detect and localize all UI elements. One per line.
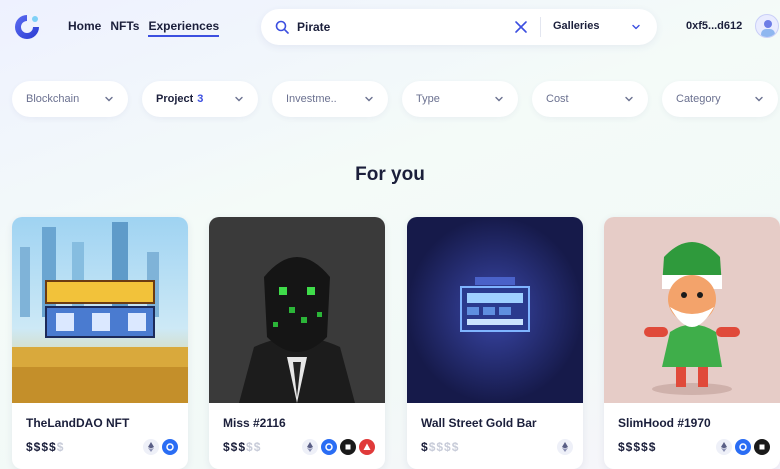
blue-chain-icon (321, 439, 337, 455)
filter-label: Blockchain (26, 93, 80, 105)
cartoon-character-thumbnail (604, 217, 780, 403)
filter-count-badge: 3 (197, 93, 204, 105)
top-bar: Home NFTs Experiences Galleries 0xf5...d… (0, 0, 780, 56)
clear-search-icon[interactable] (513, 19, 529, 35)
section-heading: For you (355, 164, 425, 185)
price-level: $$$$$ (26, 440, 64, 454)
pixel-device-thumbnail (407, 217, 583, 403)
ethereum-icon (143, 439, 159, 455)
ethereum-icon (557, 439, 573, 455)
filter-label: Cost (546, 93, 569, 105)
filter-bar: Blockchain Project 3 Investme.. Type Cos… (0, 81, 780, 117)
nav-nfts[interactable]: NFTs (110, 19, 139, 37)
chain-chips (557, 439, 573, 455)
blue-chain-icon (162, 439, 178, 455)
chain-chips (716, 439, 770, 455)
price-level-inactive: $$$$ (428, 440, 460, 454)
price-level-active: $$$ (223, 440, 247, 454)
black-chain-icon (340, 439, 356, 455)
chevron-down-icon (495, 96, 503, 102)
ethereum-icon (716, 439, 732, 455)
wallet-address[interactable]: 0xf5...d612 (686, 20, 742, 32)
nft-card[interactable]: SlimHood #1970 $$$$$ (604, 217, 780, 469)
hooded-figure-thumbnail (209, 217, 385, 403)
card-title: Miss #2116 (223, 416, 286, 430)
filter-cost[interactable]: Cost (532, 81, 648, 117)
ethereum-icon (302, 439, 318, 455)
search-bar: Galleries (261, 9, 657, 45)
price-level-active: $$$$$ (618, 440, 657, 454)
chevron-down-icon (365, 96, 373, 102)
chevron-down-icon (755, 96, 763, 102)
search-scope-select[interactable]: Galleries (553, 20, 599, 32)
filter-investment[interactable]: Investme.. (272, 81, 388, 117)
filter-category[interactable]: Category (662, 81, 778, 117)
chevron-down-icon[interactable] (631, 22, 641, 32)
blue-chain-icon (735, 439, 751, 455)
main-nav: Home NFTs Experiences (68, 19, 220, 37)
chevron-down-icon (625, 96, 633, 102)
price-level-inactive: $$ (246, 440, 262, 454)
chain-chips (143, 439, 178, 455)
landdao-thumbnail (12, 217, 188, 403)
nft-card[interactable]: TheLandDAO NFT $$$$$ (12, 217, 188, 469)
black-chain-icon (754, 439, 770, 455)
search-divider (540, 17, 541, 37)
filter-project[interactable]: Project 3 (142, 81, 258, 117)
price-level: $$$$$ (223, 440, 261, 454)
filter-label: Type (416, 93, 440, 105)
price-level-inactive: $ (56, 440, 65, 454)
filter-label: Category (676, 93, 721, 105)
nav-home[interactable]: Home (68, 19, 101, 37)
card-title: TheLandDAO NFT (26, 416, 130, 430)
nft-card[interactable]: Miss #2116 $$$$$ (209, 217, 385, 469)
avatar-icon (761, 20, 775, 37)
card-title: Wall Street Gold Bar (421, 416, 537, 430)
nft-card[interactable]: Wall Street Gold Bar $$$$$ (407, 217, 583, 469)
price-level-active: $$$$ (26, 440, 57, 454)
red-chain-icon (359, 439, 375, 455)
filter-label: Project (156, 93, 194, 105)
filter-blockchain[interactable]: Blockchain (12, 81, 128, 117)
chain-chips (302, 439, 375, 455)
search-icon (275, 20, 289, 34)
price-level: $$$$$ (618, 440, 656, 454)
price-level: $$$$$ (421, 440, 459, 454)
filter-label: Investme.. (286, 93, 337, 105)
card-title: SlimHood #1970 (618, 416, 711, 430)
search-input[interactable] (297, 20, 497, 34)
filter-type[interactable]: Type (402, 81, 518, 117)
price-level-active: $ (421, 440, 429, 454)
chevron-down-icon (235, 96, 243, 102)
chevron-down-icon (105, 96, 113, 102)
app-logo-icon[interactable] (12, 12, 42, 42)
avatar[interactable] (755, 14, 779, 38)
nav-experiences[interactable]: Experiences (148, 19, 220, 37)
